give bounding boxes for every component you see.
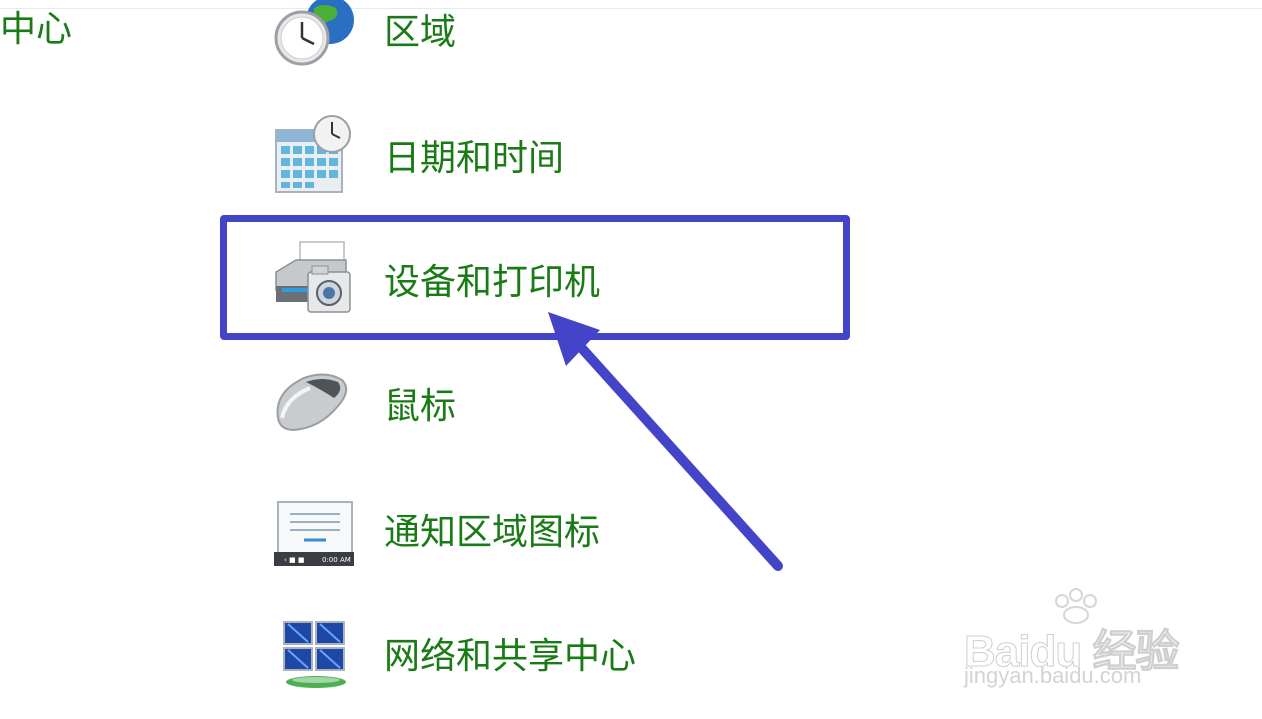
baidu-watermark: Baidu 经验 jingyan.baidu.com [963,585,1194,695]
watermark-url: jingyan.baidu.com [964,663,1142,688]
